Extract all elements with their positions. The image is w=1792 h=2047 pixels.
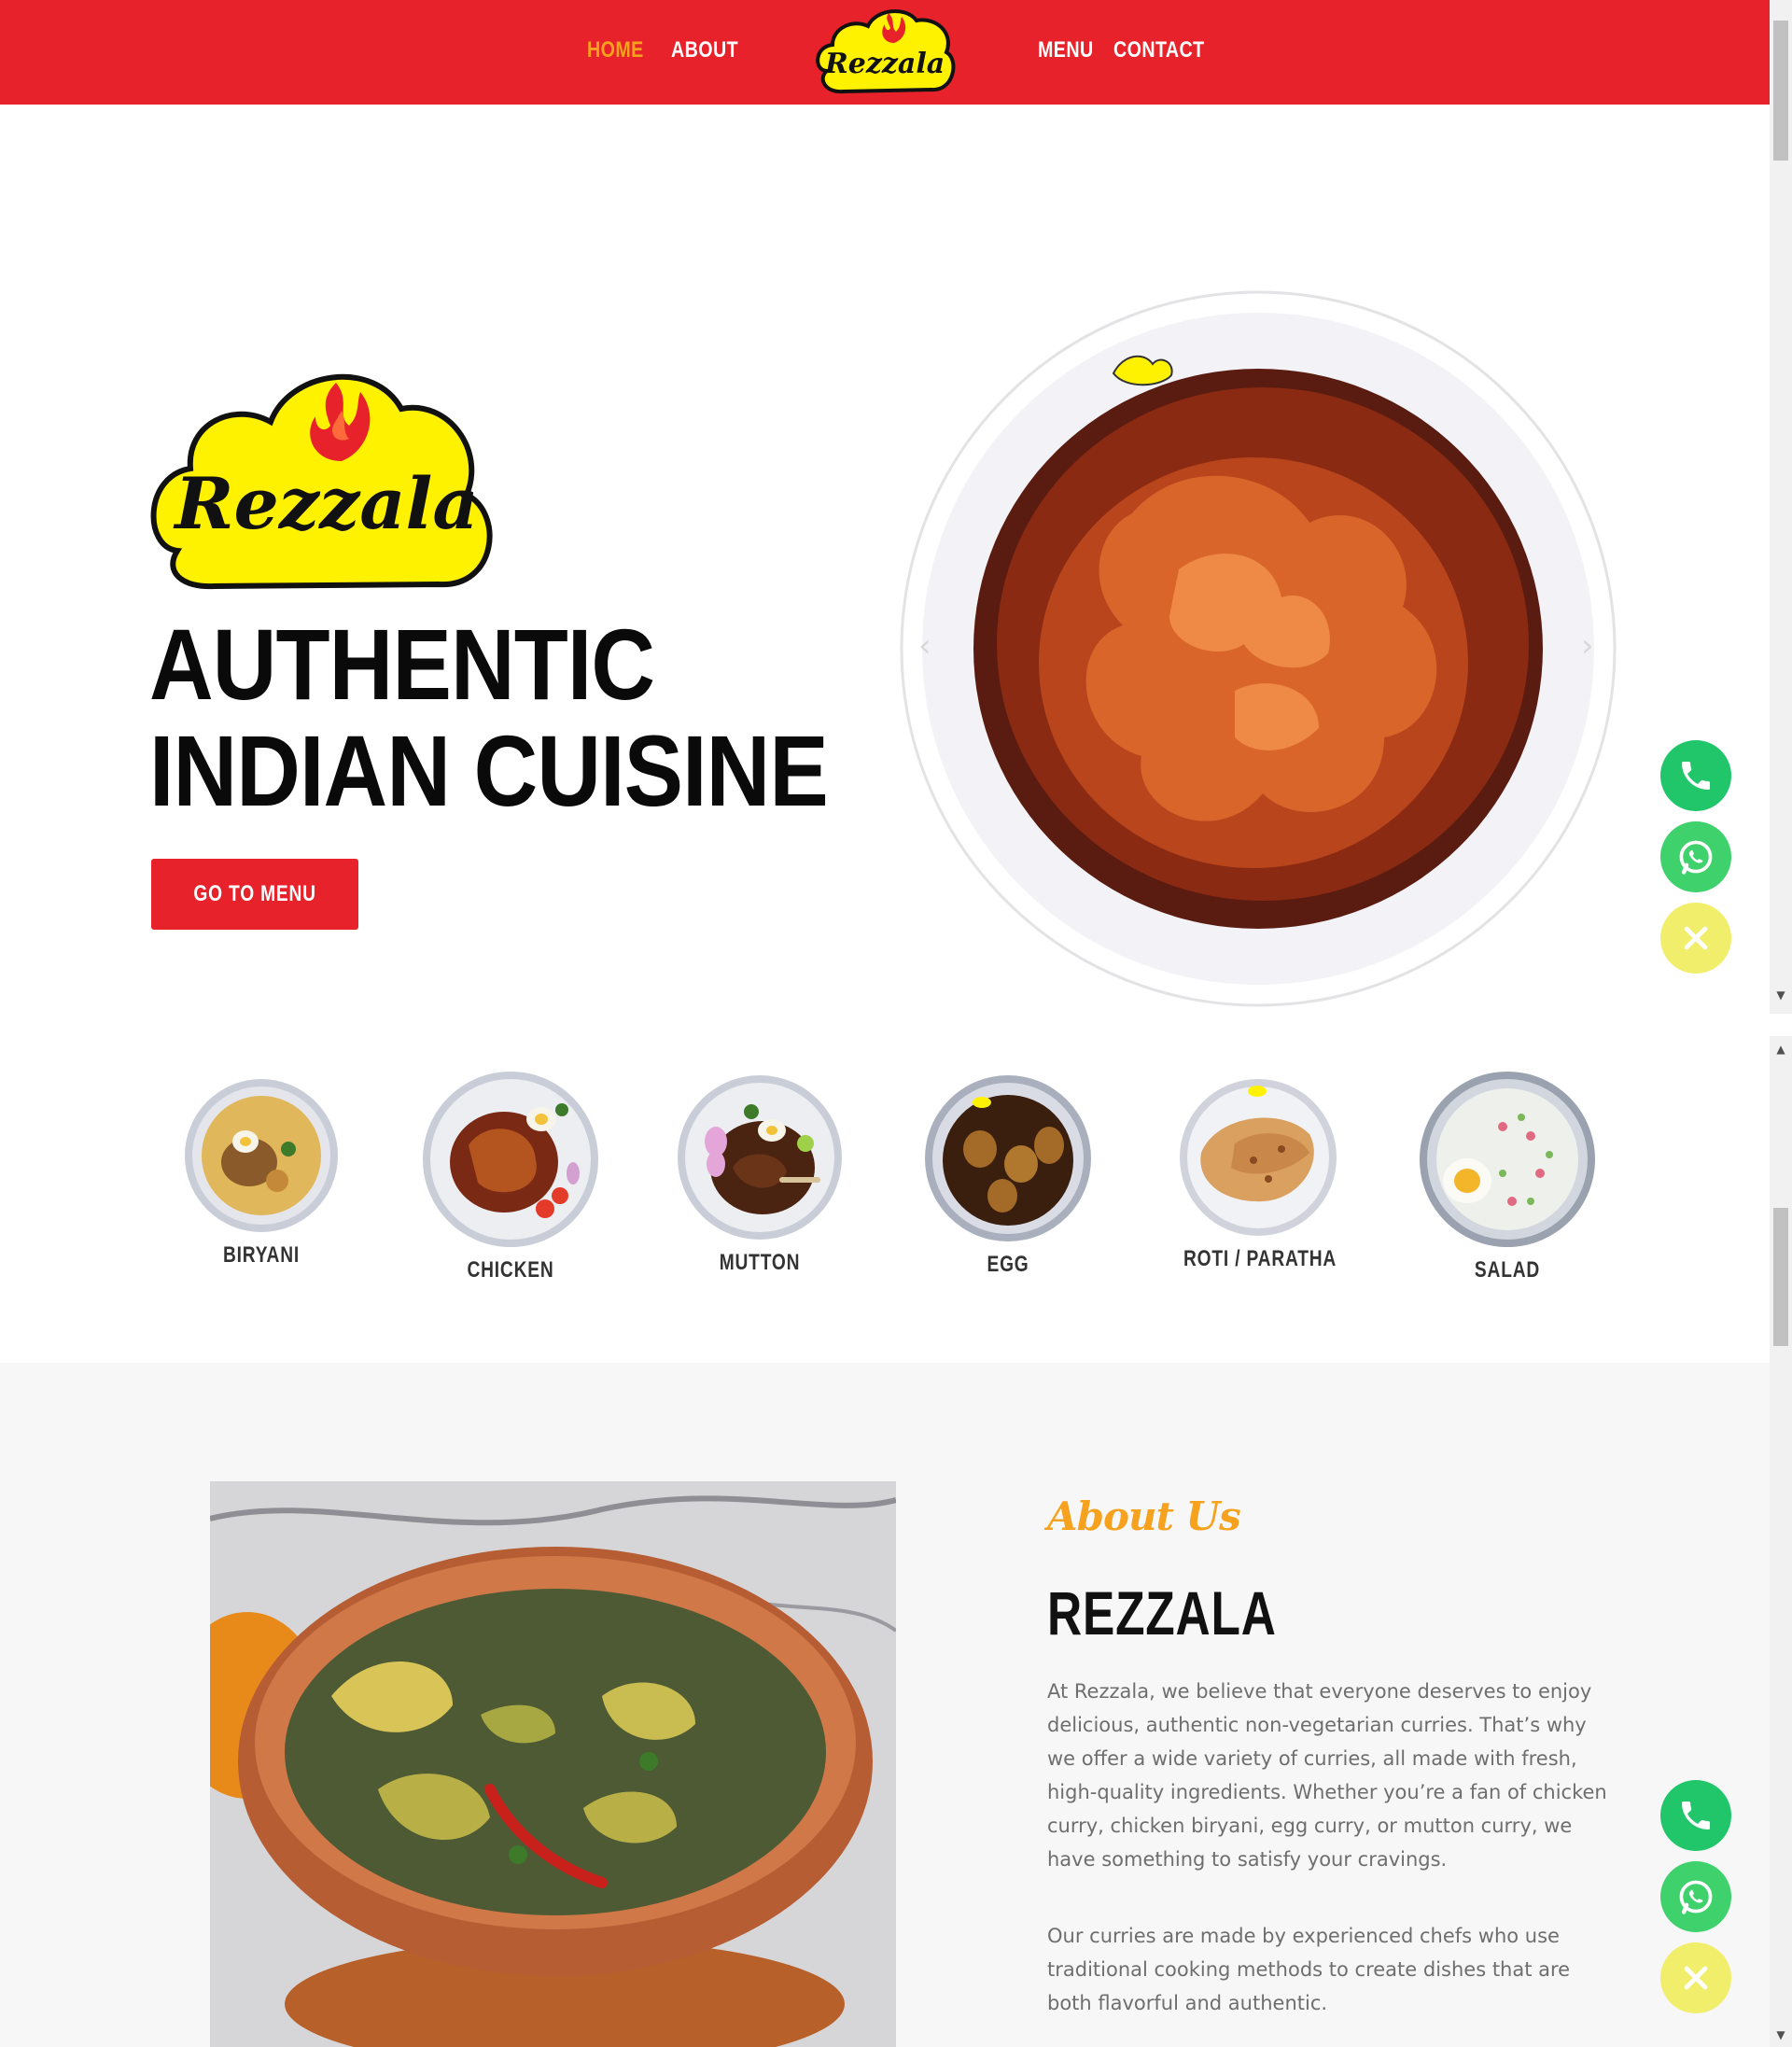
phone-icon <box>1682 1802 1710 1830</box>
whatsapp-icon <box>1679 1880 1713 1914</box>
hero-title-line1: AUTHENTIC <box>149 608 655 721</box>
category-label: SALAD <box>1474 1257 1541 1283</box>
site-header: HOME ABOUT Rezzala MENU CONTACT <box>0 0 1770 105</box>
header-logo[interactable]: Rezzala <box>812 6 958 99</box>
about-dish-image <box>210 1481 896 2047</box>
roti-paratha-image <box>1180 1079 1337 1236</box>
category-biryani[interactable]: BIRYANI <box>168 1078 355 1269</box>
scrollbar-top[interactable]: ▼ <box>1770 0 1792 1014</box>
nav-about[interactable]: ABOUT <box>671 37 738 63</box>
hero-dish-image <box>900 290 1617 1007</box>
whatsapp-icon <box>1679 840 1713 875</box>
carousel-prev-icon[interactable]: ‹ <box>918 627 931 665</box>
mutton-image <box>678 1075 842 1240</box>
egg-image <box>925 1075 1091 1241</box>
scrollbar-bottom-thumb[interactable] <box>1773 1208 1788 1346</box>
close-icon <box>1684 1966 1708 1990</box>
close-contact-button-2[interactable] <box>1660 1942 1731 2013</box>
category-mutton[interactable]: MUTTON <box>666 1074 853 1276</box>
scroll-down-arrow-icon-2[interactable]: ▼ <box>1770 2026 1792 2044</box>
whatsapp-button[interactable] <box>1660 821 1731 892</box>
close-icon <box>1684 926 1708 950</box>
nav-menu[interactable]: MENU <box>1038 37 1094 63</box>
nav-home[interactable]: HOME <box>587 37 644 63</box>
category-label: EGG <box>987 1252 1029 1277</box>
category-label: CHICKEN <box>467 1257 554 1283</box>
category-egg[interactable]: EGG <box>915 1074 1101 1278</box>
header-logo-text: Rezzala <box>824 48 945 80</box>
category-label: ROTI / PARATHA <box>1183 1246 1337 1271</box>
about-paragraph-1: At Rezzala, we believe that everyone des… <box>1047 1680 1607 1871</box>
phone-icon <box>1682 762 1710 790</box>
salad-image <box>1420 1072 1595 1247</box>
category-label: MUTTON <box>719 1250 801 1275</box>
carousel-next-icon[interactable]: › <box>1581 627 1594 665</box>
hero-logo: Rezzala <box>150 373 493 590</box>
biryani-image <box>185 1079 338 1232</box>
about-paragraph-2: Our curries are made by experienced chef… <box>1047 1925 1571 2014</box>
scroll-up-arrow-icon[interactable]: ▲ <box>1770 1040 1792 1059</box>
hero-title: AUTHENTIC INDIAN CUISINE <box>149 608 829 827</box>
about-heading: REZZALA <box>1047 1578 1277 1647</box>
go-to-menu-label: GO TO MENU <box>193 881 316 906</box>
go-to-menu-button[interactable]: GO TO MENU <box>151 859 358 930</box>
phone-button[interactable] <box>1660 740 1731 811</box>
nav-contact[interactable]: CONTACT <box>1113 37 1205 63</box>
phone-button-2[interactable] <box>1660 1780 1731 1851</box>
hero-title-line2: INDIAN CUISINE <box>149 714 829 827</box>
category-chicken[interactable]: CHICKEN <box>417 1071 604 1283</box>
scrollbar-top-thumb[interactable] <box>1773 21 1788 161</box>
category-label: BIRYANI <box>222 1242 301 1268</box>
hero-logo-text: Rezzala <box>173 462 478 545</box>
category-salad[interactable]: SALAD <box>1414 1071 1601 1283</box>
scrollbar-bottom[interactable]: ▲ ▼ <box>1770 1036 1792 2047</box>
whatsapp-button-2[interactable] <box>1660 1861 1731 1932</box>
about-kicker: About Us <box>1047 1493 1241 1539</box>
scroll-down-arrow-icon[interactable]: ▼ <box>1770 986 1792 1004</box>
close-contact-button[interactable] <box>1660 903 1731 974</box>
chicken-image <box>423 1072 598 1247</box>
category-roti-paratha[interactable]: ROTI / PARATHA <box>1165 1078 1351 1272</box>
